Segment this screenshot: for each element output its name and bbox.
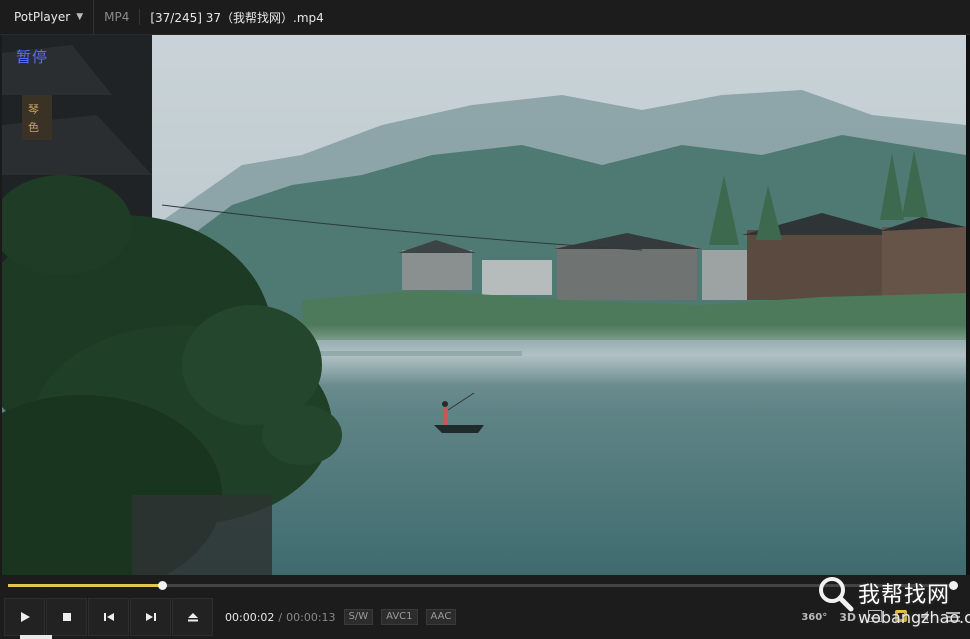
seek-progress xyxy=(8,584,162,587)
play-icon xyxy=(20,612,30,622)
skip-forward-icon xyxy=(145,613,156,621)
skip-back-icon xyxy=(103,613,114,621)
format-label: MP4 xyxy=(94,9,141,25)
title-bar: PotPlayer ▼ MP4 [37/245] 37（我帮找网）.mp4 xyxy=(0,0,970,35)
stop-button[interactable] xyxy=(46,598,87,636)
next-button[interactable] xyxy=(130,598,171,636)
video-frame[interactable]: 琴 色 暂停 xyxy=(2,35,966,575)
svg-text:色: 色 xyxy=(28,120,39,134)
previous-button[interactable] xyxy=(88,598,129,636)
pause-osd: 暂停 xyxy=(16,48,49,66)
tag-sw[interactable]: S/W xyxy=(343,609,374,625)
watermark-url: wobangzhao.com xyxy=(858,608,970,627)
status-indicator xyxy=(20,635,52,639)
tag-video-codec[interactable]: AVC1 xyxy=(381,609,418,625)
video-edge xyxy=(966,35,970,575)
eject-button[interactable] xyxy=(172,598,213,636)
seek-handle[interactable] xyxy=(157,581,167,590)
video-scene: 琴 色 xyxy=(2,35,966,575)
stop-icon xyxy=(62,613,71,621)
current-time: 00:00:02 xyxy=(225,610,275,624)
time-separator: / xyxy=(278,610,283,624)
chevron-down-icon: ▼ xyxy=(76,12,84,22)
eject-icon xyxy=(187,613,198,622)
total-time: 00:00:13 xyxy=(286,610,336,624)
play-button[interactable] xyxy=(4,598,45,636)
watermark: 我帮找网 wobangzhao.com xyxy=(816,572,970,634)
watermark-text: 我帮找网 xyxy=(858,583,951,608)
app-name: PotPlayer xyxy=(14,10,71,24)
sign-text: 琴 xyxy=(28,103,39,116)
boat-icon xyxy=(434,425,484,433)
tag-audio-codec[interactable]: AAC xyxy=(425,609,457,625)
file-title: [37/245] 37（我帮找网）.mp4 xyxy=(150,10,324,25)
search-icon xyxy=(819,577,854,612)
app-menu-button[interactable]: PotPlayer ▼ xyxy=(0,0,95,34)
